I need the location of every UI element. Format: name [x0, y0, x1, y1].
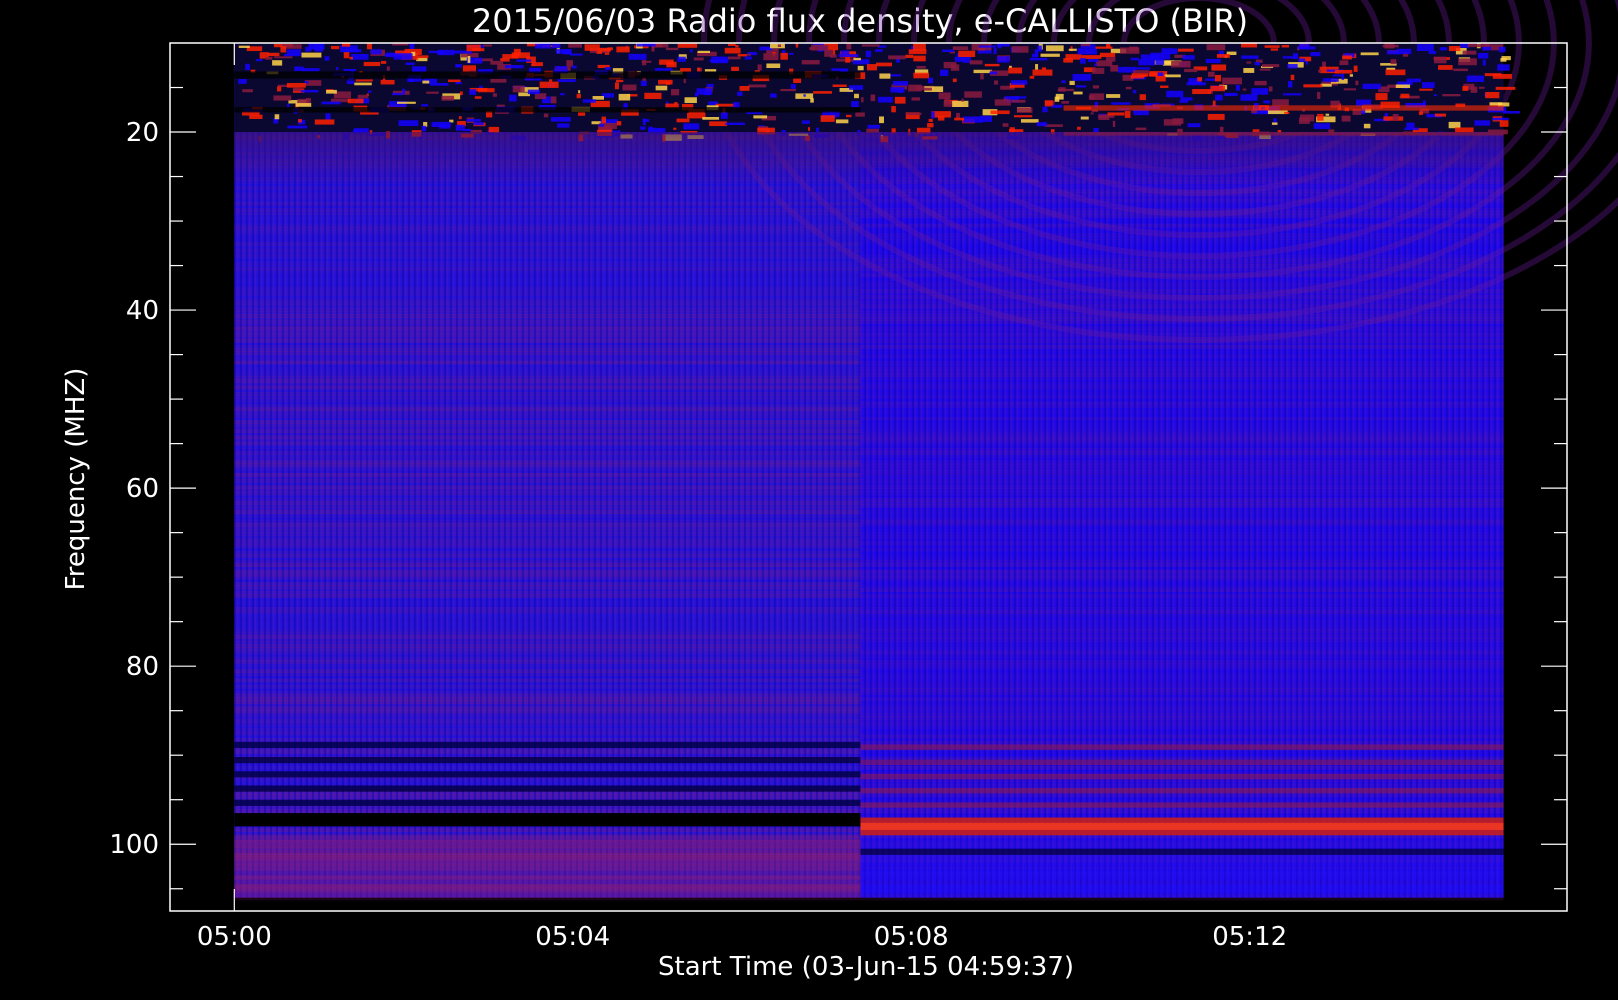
y-tick-label: 40 — [126, 296, 159, 326]
y-axis-label: Frequency (MHZ) — [61, 368, 91, 591]
x-tick-label: 05:08 — [874, 922, 949, 952]
y-tick-label: 100 — [109, 830, 159, 860]
x-tick-label: 05:04 — [535, 922, 610, 952]
x-tick-label: 05:00 — [197, 922, 272, 952]
y-tick-label: 60 — [126, 474, 159, 504]
dark-band — [234, 813, 861, 827]
y-tick-label: 20 — [126, 118, 159, 148]
y-tick-label: 80 — [126, 652, 159, 682]
x-tick-label: 05:12 — [1212, 922, 1287, 952]
spectrogram-chart: 2015/06/03 Radio flux density, e-CALLIST… — [61, 0, 1618, 982]
x-axis-label: Start Time (03-Jun-15 04:59:37) — [658, 952, 1074, 982]
spectro-top-band — [234, 43, 1520, 186]
spectrogram-figure: 2015/06/03 Radio flux density, e-CALLIST… — [0, 0, 1618, 1000]
spectrogram-image — [234, 0, 1618, 901]
